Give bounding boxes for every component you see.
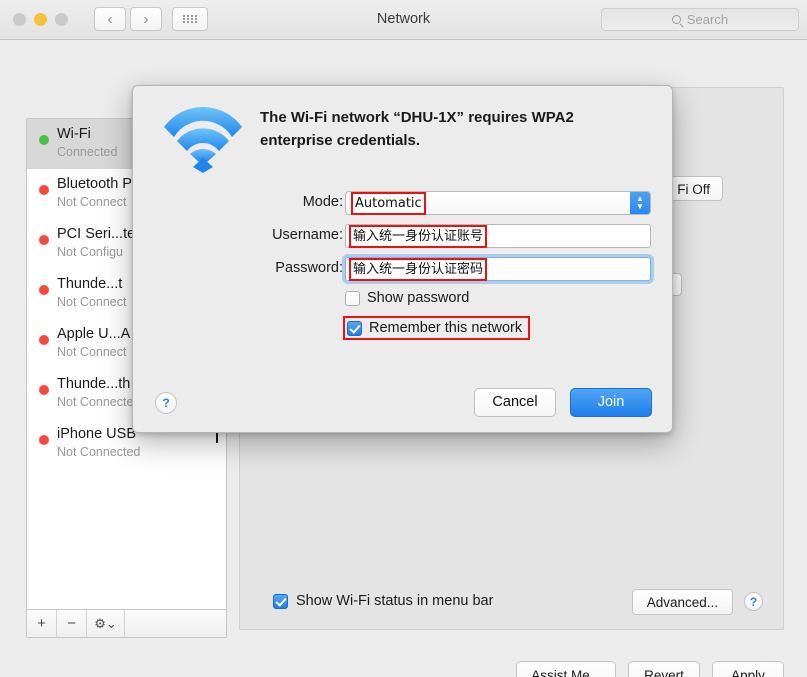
service-actions-menu-button[interactable]: ⚙ ⌄ [87, 610, 125, 637]
status-dot-icon [39, 185, 49, 195]
search-field[interactable]: Search [601, 8, 799, 31]
stepper-icon: ▲▼ [630, 192, 650, 214]
join-button[interactable]: Join [570, 388, 652, 417]
status-dot-icon [39, 285, 49, 295]
username-row: Username: 输入统一身份认证账号 [133, 224, 674, 257]
remember-network-row: Remember this network [133, 316, 674, 346]
status-dot-icon [39, 335, 49, 345]
footer-filler [125, 610, 226, 637]
password-control-wrap: 输入统一身份认证密码 [345, 257, 651, 281]
mode-label: Mode: [302, 194, 343, 210]
show-wifi-status-checkbox[interactable]: Show Wi-Fi status in menu bar [273, 593, 493, 609]
password-label: Password: [275, 260, 343, 276]
service-status: Not Connected [57, 445, 141, 459]
checkbox-box [347, 320, 362, 336]
checkbox-box [345, 290, 360, 306]
status-dot-icon [39, 235, 49, 245]
mode-row: Mode: Automatic ▲ ▼ [133, 191, 674, 224]
apply-button[interactable]: Apply [712, 661, 784, 677]
password-row: Password: 输入统一身份认证密码 [133, 257, 674, 290]
panel-help-button[interactable]: ? [744, 592, 763, 611]
search-icon [671, 15, 681, 24]
checkbox-label: Show password [367, 290, 470, 306]
content-area: Fi Off e IP ▲▼ tically. If will have Sho… [0, 40, 807, 677]
checkbox-label: Show Wi-Fi status in menu bar [296, 593, 494, 609]
password-input[interactable]: 输入统一身份认证密码 [345, 257, 651, 281]
show-password-checkbox[interactable]: Show password [345, 290, 469, 306]
username-label: Username: [272, 227, 343, 243]
mode-value-annotation: Automatic [351, 191, 426, 215]
dialog-button-row: Cancel Join [474, 388, 652, 417]
dialog-message: The Wi-Fi network “DHU-1X” requires WPA2… [260, 109, 574, 149]
password-annotation: 输入统一身份认证密码 [348, 257, 488, 281]
advanced-button[interactable]: Advanced... [631, 589, 733, 615]
mode-control-wrap: Automatic ▲ ▼ [345, 191, 651, 215]
wifi-icon [160, 103, 246, 173]
wifi-auth-dialog: The Wi-Fi network “DHU-1X” requires WPA2… [132, 85, 673, 433]
status-dot-icon [39, 385, 49, 395]
credentials-form: Mode: Automatic ▲▼ Username: 输入统一身份认证账号 [133, 191, 674, 346]
mode-popup-button[interactable]: Automatic ▲ ▼ [345, 191, 651, 215]
username-annotation: 输入统一身份认证账号 [348, 224, 488, 248]
service-list-footer: + − ⚙ ⌄ [27, 609, 226, 637]
checkbox-label: Remember this network [369, 320, 523, 336]
revert-button[interactable]: Revert [628, 661, 700, 677]
status-dot-icon [39, 135, 49, 145]
cancel-button[interactable]: Cancel [474, 388, 556, 417]
search-placeholder: Search [686, 12, 729, 27]
add-service-button[interactable]: + [27, 610, 57, 637]
username-input[interactable]: 输入统一身份认证账号 [345, 224, 651, 248]
status-dot-icon [39, 435, 49, 445]
assist-me-button[interactable]: Assist Me... [516, 661, 616, 677]
remember-network-checkbox[interactable]: Remember this network [342, 316, 531, 340]
remove-service-button[interactable]: − [57, 610, 87, 637]
bottom-button-row: Assist Me... Revert Apply [516, 661, 784, 677]
checkbox-box [273, 593, 288, 609]
dialog-footer: ? Cancel Join [133, 388, 674, 418]
network-preferences-window: ‹ › Network Search Fi Off e IP ▲▼ tical [0, 0, 807, 677]
show-password-row: Show password [133, 290, 674, 318]
username-control-wrap: 输入统一身份认证账号 [345, 224, 651, 248]
chevron-down-icon: ⌄ [105, 615, 117, 631]
dialog-help-button[interactable]: ? [155, 392, 177, 414]
titlebar: ‹ › Network Search [0, 0, 807, 40]
gear-icon: ⚙ [94, 615, 106, 631]
